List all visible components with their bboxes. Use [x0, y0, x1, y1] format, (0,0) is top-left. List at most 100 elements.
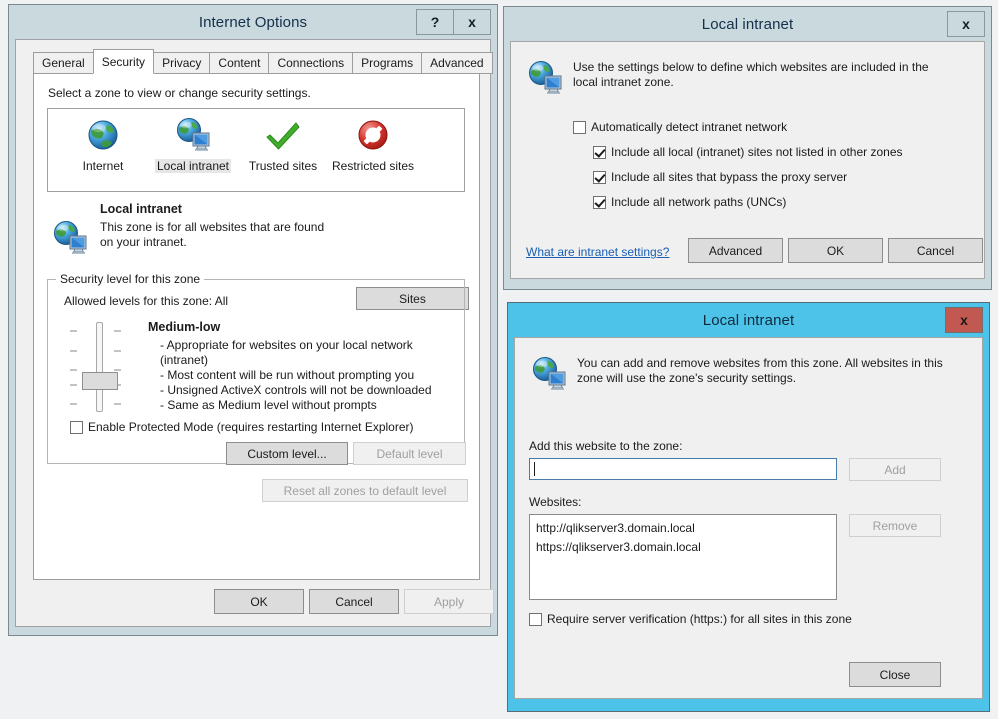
selected-zone-name: Local intranet	[100, 202, 182, 216]
option-include-local-row[interactable]: Include all local (intranet) sites not l…	[593, 145, 903, 159]
intranet-settings-client: Use the settings below to define which w…	[510, 41, 985, 279]
option-label: Include all sites that bypass the proxy …	[611, 170, 848, 184]
window-title: Local intranet	[702, 311, 795, 329]
internet-options-client: General Security Privacy Content Connect…	[15, 39, 494, 627]
intranet-sites-titlebar[interactable]: Local intranet x	[508, 303, 989, 337]
zone-label: Local intranet	[154, 159, 232, 173]
close-icon[interactable]: x	[453, 9, 491, 35]
slider-tick	[70, 403, 77, 405]
tab-privacy[interactable]: Privacy	[153, 52, 211, 74]
add-website-label: Add this website to the zone:	[529, 439, 683, 453]
globe-icon	[83, 115, 123, 155]
globe-computer-icon	[525, 58, 565, 98]
close-icon[interactable]: x	[947, 11, 985, 37]
auto-detect-checkbox[interactable]	[573, 121, 586, 134]
zone-item-internet[interactable]: Internet	[58, 115, 148, 173]
titlebar-buttons: ? x	[416, 9, 491, 35]
require-https-checkbox[interactable]	[529, 613, 542, 626]
list-item[interactable]: http://qlikserver3.domain.local	[536, 519, 830, 538]
list-item[interactable]: https://qlikserver3.domain.local	[536, 538, 830, 557]
option-network-paths-row[interactable]: Include all network paths (UNCs)	[593, 195, 786, 209]
option-auto-detect-row[interactable]: Automatically detect intranet network	[573, 120, 787, 134]
help-button[interactable]: ?	[416, 9, 454, 35]
option-bypass-proxy-row[interactable]: Include all sites that bypass the proxy …	[593, 170, 847, 184]
level-detail-line: - Unsigned ActiveX controls will not be …	[160, 383, 432, 397]
custom-level-button[interactable]: Custom level...	[226, 442, 348, 465]
apply-button[interactable]: Apply	[404, 589, 494, 614]
zone-instruction: Select a zone to view or change security…	[48, 86, 311, 100]
tab-security[interactable]: Security	[92, 49, 155, 74]
group-legend: Security level for this zone	[56, 272, 205, 286]
add-website-input[interactable]	[529, 458, 837, 480]
tab-advanced[interactable]: Advanced	[421, 52, 493, 74]
local-intranet-sites-window: Local intranet x You can add and remove …	[507, 302, 990, 712]
internet-options-titlebar[interactable]: Internet Options ? x	[9, 5, 497, 39]
tab-content[interactable]: Content	[209, 52, 270, 74]
local-intranet-settings-window: Local intranet x Use the settings below …	[503, 6, 992, 290]
internet-options-window: Internet Options ? x General Security Pr…	[8, 4, 498, 636]
network-paths-checkbox[interactable]	[593, 196, 606, 209]
security-level-slider[interactable]	[70, 322, 128, 412]
zone-label: Restricted sites	[331, 159, 415, 173]
default-level-button[interactable]: Default level	[353, 442, 466, 465]
option-label: Include all local (intranet) sites not l…	[611, 145, 903, 159]
zone-item-local-intranet[interactable]: Local intranet	[148, 115, 238, 173]
security-level-group: Security level for this zone Allowed lev…	[47, 272, 466, 465]
globe-computer-icon	[529, 354, 569, 394]
slider-tick	[70, 350, 77, 352]
what-are-intranet-settings-link[interactable]: What are intranet settings?	[526, 245, 669, 259]
zone-list: Internet Local intranet Trusted sites Re…	[47, 108, 465, 192]
websites-label: Websites:	[529, 495, 582, 509]
cancel-button[interactable]: Cancel	[309, 589, 399, 614]
tabstrip: General Security Privacy Content Connect…	[33, 49, 493, 74]
text-caret	[534, 462, 535, 476]
protected-mode-label: Enable Protected Mode (requires restarti…	[88, 420, 414, 434]
level-detail-line: - Appropriate for websites on your local…	[160, 338, 413, 367]
red-prohibited-icon	[353, 115, 393, 155]
tab-general[interactable]: General	[33, 52, 94, 74]
cancel-button[interactable]: Cancel	[888, 238, 983, 263]
intranet-sites-description: You can add and remove websites from thi…	[577, 356, 943, 385]
tab-connections[interactable]: Connections	[268, 52, 354, 74]
add-button[interactable]: Add	[849, 458, 941, 481]
window-title: Internet Options	[198, 13, 308, 31]
titlebar-buttons: x	[945, 307, 983, 333]
slider-tick	[114, 369, 121, 371]
slider-tick	[114, 350, 121, 352]
include-local-sites-checkbox[interactable]	[593, 146, 606, 159]
level-detail-line: - Most content will be run without promp…	[160, 368, 415, 382]
zone-item-trusted-sites[interactable]: Trusted sites	[238, 115, 328, 173]
zone-item-restricted-sites[interactable]: Restricted sites	[328, 115, 418, 173]
titlebar-buttons: x	[947, 11, 985, 37]
websites-listbox[interactable]: http://qlikserver3.domain.local https://…	[529, 514, 837, 600]
tab-programs[interactable]: Programs	[352, 52, 423, 74]
slider-thumb[interactable]	[82, 372, 118, 390]
security-level-details: - Appropriate for websites on your local…	[160, 338, 460, 413]
intranet-settings-titlebar[interactable]: Local intranet x	[504, 7, 991, 41]
remove-button[interactable]: Remove	[849, 514, 941, 537]
slider-tick	[114, 403, 121, 405]
ok-button[interactable]: OK	[788, 238, 883, 263]
close-icon[interactable]: x	[945, 307, 983, 333]
advanced-button[interactable]: Advanced	[688, 238, 783, 263]
slider-tick	[70, 330, 77, 332]
close-button[interactable]: Close	[849, 662, 941, 687]
reset-all-zones-button[interactable]: Reset all zones to default level	[262, 479, 468, 502]
slider-tick	[70, 369, 77, 371]
require-https-row[interactable]: Require server verification (https:) for…	[529, 612, 852, 626]
green-check-icon	[263, 115, 303, 155]
option-label: Automatically detect intranet network	[591, 120, 788, 134]
security-level-name: Medium-low	[148, 320, 221, 334]
zone-label: Internet	[82, 159, 124, 173]
protected-mode-checkbox[interactable]	[70, 421, 83, 434]
bypass-proxy-checkbox[interactable]	[593, 171, 606, 184]
level-detail-line: - Same as Medium level without prompts	[160, 398, 377, 412]
window-title: Local intranet	[701, 15, 794, 33]
ok-button[interactable]: OK	[214, 589, 304, 614]
slider-tick	[114, 330, 121, 332]
slider-tick	[70, 384, 77, 386]
intranet-settings-description: Use the settings below to define which w…	[573, 60, 929, 89]
protected-mode-row[interactable]: Enable Protected Mode (requires restarti…	[70, 420, 414, 434]
slider-track	[96, 322, 103, 412]
require-https-label: Require server verification (https:) for…	[547, 612, 852, 626]
